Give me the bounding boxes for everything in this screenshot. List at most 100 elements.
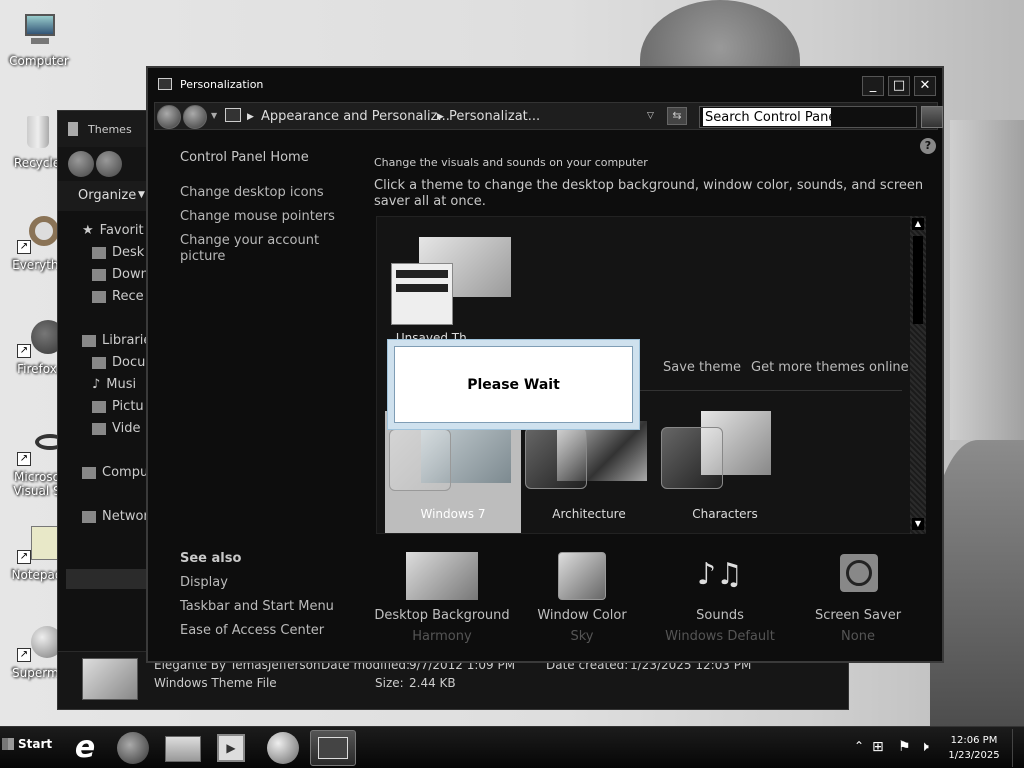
action-center-flag-icon[interactable]: ⚑ [898, 739, 911, 755]
refresh-icon[interactable]: ⇆ [667, 107, 687, 125]
system-clock[interactable]: 12:06 PM 1/23/2025 [946, 733, 1002, 763]
organize-button[interactable]: Organize [78, 188, 136, 203]
pictures-icon [92, 400, 106, 413]
explorer-nav-pane: ★ Favorit Desk Down Rece Librarie Docu ♪ M… [58, 217, 152, 657]
breadcrumb-personalization[interactable]: Personalizat... [449, 109, 540, 124]
theme-preview-window [661, 427, 723, 489]
setting-label: Sounds [696, 608, 744, 623]
search-icon[interactable] [921, 106, 943, 128]
desktop-icon-computer[interactable]: Computer [4, 10, 74, 68]
nav-music[interactable]: ♪ Musi [92, 377, 136, 392]
network-icon [82, 510, 96, 523]
breadcrumb-separator[interactable]: ▶ [247, 112, 254, 122]
help-icon[interactable]: ? [920, 138, 936, 154]
maximize-button[interactable]: □ [888, 76, 910, 96]
save-theme-link[interactable]: Save theme [663, 360, 741, 375]
address-bar[interactable]: ▼ ▶ Appearance and Personaliz... ▶ Perso… [154, 102, 943, 130]
dialog-body: Please Wait [394, 346, 633, 423]
nav-computer[interactable]: Compu [82, 465, 148, 480]
nav-desktop[interactable]: Desk [92, 245, 144, 260]
nav-label: Pictu [112, 399, 144, 414]
star-icon: ★ [82, 223, 94, 238]
show-hidden-icons-chevron[interactable]: ⌃ [854, 739, 864, 753]
scroll-down-arrow[interactable]: ▼ [912, 518, 924, 530]
control-panel-home-link[interactable]: Control Panel Home [180, 150, 309, 166]
breadcrumb-separator[interactable]: ▶ [437, 112, 444, 122]
get-more-themes-link[interactable]: Get more themes online [751, 360, 909, 375]
computer-icon [82, 466, 96, 479]
sounds-setting[interactable]: ♪♫ Sounds Windows Default [650, 552, 790, 644]
change-account-picture-link[interactable]: Change your account picture [180, 233, 320, 265]
recent-pages-dropdown[interactable]: ▼ [211, 111, 217, 120]
personalization-titlebar[interactable]: Personalization [148, 68, 942, 100]
taskbar-start-menu-link[interactable]: Taskbar and Start Menu [180, 599, 334, 614]
setting-label: Desktop Background [374, 608, 510, 623]
nav-label: Networ [102, 509, 149, 524]
control-panel-icon [158, 78, 172, 90]
nav-recent[interactable]: Rece [92, 289, 144, 304]
change-mouse-pointers-link[interactable]: Change mouse pointers [180, 209, 335, 225]
setting-value: None [841, 629, 875, 644]
taskbar-file-explorer[interactable] [160, 730, 206, 766]
breadcrumb-appearance[interactable]: Appearance and Personaliz... [261, 109, 450, 124]
taskbar-internet-explorer[interactable]: e [62, 730, 108, 766]
taskbar-firefox[interactable] [110, 730, 156, 766]
nav-documents[interactable]: Docu [92, 355, 145, 370]
nav-pictures[interactable]: Pictu [92, 399, 144, 414]
personalization-window[interactable]: Personalization _ □ ✕ ▼ ▶ Appearance and… [146, 66, 944, 663]
picture-icon [406, 552, 478, 600]
color-swatch-icon [558, 552, 606, 600]
nav-network[interactable]: Networ [82, 509, 149, 524]
desktop-icon [92, 246, 106, 259]
nav-selection-highlight [66, 569, 152, 589]
volume-muted-icon[interactable]: 🕨 [920, 739, 929, 755]
details-type: Windows Theme File [154, 676, 277, 690]
theme-preview-window [389, 429, 451, 491]
window-color-setting[interactable]: Window Color Sky [512, 552, 652, 644]
please-wait-text: Please Wait [467, 376, 560, 393]
scroll-thumb[interactable] [913, 236, 923, 324]
back-button[interactable] [157, 105, 181, 129]
search-input[interactable] [703, 108, 831, 126]
theme-tile-unsaved[interactable]: Unsaved Th... [389, 223, 517, 345]
firefox-icon [117, 732, 149, 764]
nav-videos[interactable]: Vide [92, 421, 140, 436]
network-icon[interactable]: ⊞ [872, 739, 884, 755]
change-desktop-icons-link[interactable]: Change desktop icons [180, 185, 324, 201]
nav-label: Compu [102, 465, 149, 480]
nav-favorites[interactable]: ★ Favorit [82, 223, 144, 238]
clock-time: 12:06 PM [950, 735, 998, 746]
display-link[interactable]: Display [180, 575, 228, 590]
desktop-background-setting[interactable]: Desktop Background Harmony [372, 552, 512, 644]
nav-downloads[interactable]: Down [92, 267, 149, 282]
control-panel-icon [225, 108, 241, 122]
shortcut-arrow-icon: ↗ [17, 452, 31, 466]
close-button[interactable]: ✕ [914, 76, 936, 96]
taskbar-supermium[interactable] [260, 730, 306, 766]
windows-flag-icon [2, 738, 14, 750]
search-box[interactable] [699, 106, 917, 128]
theme-list-scrollbar[interactable]: ▲ ▼ [910, 216, 926, 534]
taskbar-control-panel[interactable] [310, 730, 356, 766]
see-also-heading: See also [180, 551, 242, 566]
shortcut-arrow-icon: ↗ [17, 550, 31, 564]
internet-explorer-icon: e [74, 730, 96, 765]
start-button[interactable]: Start [2, 737, 52, 751]
forward-button[interactable] [183, 105, 207, 129]
screen-saver-setting[interactable]: Screen Saver None [788, 552, 928, 644]
back-button[interactable] [68, 151, 94, 177]
scroll-up-arrow[interactable]: ▲ [912, 218, 924, 230]
show-desktop-button[interactable] [1012, 729, 1022, 767]
taskbar-media-player[interactable]: ▶ [208, 730, 254, 766]
nav-libraries[interactable]: Librarie [82, 333, 151, 348]
minimize-button[interactable]: _ [862, 76, 884, 96]
setting-label: Window Color [537, 608, 627, 623]
forward-button[interactable] [96, 151, 122, 177]
theme-file-thumbnail [82, 658, 138, 700]
ease-of-access-link[interactable]: Ease of Access Center [180, 623, 324, 638]
wallpaper-wall [950, 120, 1024, 440]
setting-label: Screen Saver [814, 608, 902, 623]
chevron-down-icon[interactable]: ▽ [647, 111, 654, 121]
theme-tile-characters[interactable]: Characters [657, 411, 793, 531]
libraries-icon [82, 334, 96, 347]
